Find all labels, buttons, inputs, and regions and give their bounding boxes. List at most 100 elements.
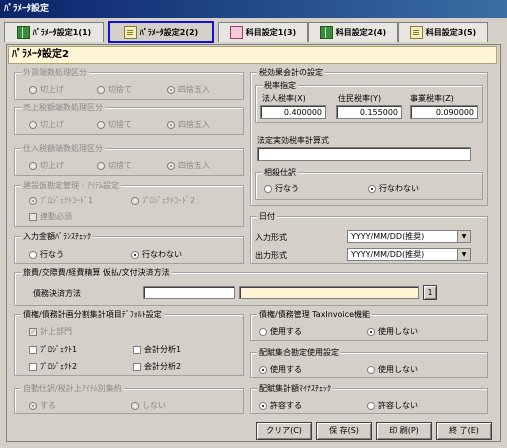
radio-dot bbox=[29, 401, 37, 410]
radio-label: 行なわない bbox=[142, 250, 182, 259]
corporate-tax-label: 法人税率(X) bbox=[262, 94, 306, 103]
radio-dot bbox=[367, 327, 375, 336]
group-label: 旅費/交際費/経費精算 仮払/文付決済方法 bbox=[21, 267, 172, 278]
window-title: ﾊﾟﾗﾒｰﾀ設定 bbox=[0, 0, 507, 18]
tab-parameter-2[interactable]: ﾊﾟﾗﾒｰﾀ設定2(2) bbox=[108, 21, 214, 43]
output-format-select[interactable]: YYYY/MM/DD(推奨) ▼ bbox=[347, 248, 471, 261]
tax-invoice-group: 債権/債務管理 TaxInvoice機能 使用する 使用しない bbox=[250, 309, 488, 341]
radio-project-code-2[interactable]: ﾌﾟﾛｼﾞｪｸﾄｺｰﾄﾞ2 bbox=[131, 195, 195, 206]
radio-round-up[interactable]: 切上げ bbox=[29, 119, 64, 130]
radio-allow[interactable]: 許容する bbox=[259, 400, 302, 411]
radio-invoice-not-use[interactable]: 使用しない bbox=[367, 326, 418, 337]
radio-label: 使用する bbox=[270, 365, 302, 374]
link-required-checkbox[interactable]: 連動必須 bbox=[29, 211, 72, 222]
debt-settlement-label: 債務決済方法 bbox=[33, 289, 81, 298]
department-checkbox[interactable]: ✓ 計上部門 bbox=[29, 326, 72, 337]
purchase-tax-fraction-group: 仕入税額端数処理区分 切上げ 切捨て 四捨五入 bbox=[14, 143, 244, 176]
group-label: 仕入税額端数処理区分 bbox=[21, 143, 105, 154]
radio-dot bbox=[97, 120, 105, 129]
output-format-label: 出力形式 bbox=[255, 251, 287, 260]
tab-label: ﾊﾟﾗﾒｰﾀ設定1(1) bbox=[32, 28, 92, 37]
card-icon bbox=[229, 26, 243, 39]
tab-label: 科目設定2(4) bbox=[335, 28, 387, 37]
radio-round-half[interactable]: 四捨五入 bbox=[167, 160, 210, 171]
tab-account-3[interactable]: 科目設定3(5) bbox=[398, 22, 488, 42]
radio-round-down[interactable]: 切捨て bbox=[97, 119, 132, 130]
radio-label: 行なわない bbox=[379, 184, 419, 193]
balance-check-group: 入力金額ﾊﾞﾗﾝｽﾁｪｯｸ 行なう 行なわない bbox=[14, 231, 244, 264]
tab-parameter-1[interactable]: ﾊﾟﾗﾒｰﾀ設定1(1) bbox=[4, 22, 104, 42]
exit-button[interactable]: 終 了(E) bbox=[436, 422, 492, 440]
clear-button[interactable]: クリア(C) bbox=[256, 422, 312, 440]
radio-round-down[interactable]: 切捨て bbox=[97, 160, 132, 171]
checkbox-label: 会計分析2 bbox=[144, 362, 182, 371]
radio-alloc-not-use[interactable]: 使用しない bbox=[367, 364, 418, 375]
radio-dot bbox=[131, 196, 139, 205]
radio-alloc-use[interactable]: 使用する bbox=[259, 364, 302, 375]
chevron-down-icon[interactable]: ▼ bbox=[457, 231, 470, 242]
checkbox-label: 計上部門 bbox=[40, 327, 72, 336]
radio-dot bbox=[97, 85, 105, 94]
group-label: 税効果会計の設定 bbox=[257, 67, 325, 78]
select-value: YYYY/MM/DD(推奨) bbox=[351, 250, 425, 259]
corporate-tax-input[interactable]: 0.400000 bbox=[260, 105, 326, 119]
group-label: 自動仕訳/税計上ｱｲﾃﾑ別集約 bbox=[21, 383, 124, 394]
radio-label: 切上げ bbox=[40, 85, 64, 94]
checkbox-box: ✓ bbox=[29, 327, 37, 336]
radio-offset-do-not[interactable]: 行なわない bbox=[368, 183, 419, 194]
radio-offset-do[interactable]: 行なう bbox=[264, 183, 299, 194]
radio-project-code-1[interactable]: ﾌﾟﾛｼﾞｪｸﾄｺｰﾄﾞ1 bbox=[29, 195, 93, 206]
radio-dot bbox=[259, 327, 267, 336]
radio-do-not[interactable]: 行なわない bbox=[131, 249, 182, 260]
radio-round-up[interactable]: 切上げ bbox=[29, 160, 64, 171]
note-icon bbox=[123, 25, 137, 39]
tab-account-1[interactable]: 科目設定1(3) bbox=[218, 22, 308, 42]
tax-rate-group: 税率指定 法人税率(X) 住民税率(Y) 事業税率(Z) 0.400000 0.… bbox=[255, 80, 483, 123]
radio-dot bbox=[167, 161, 175, 170]
travel-settlement-group: 旅費/交際費/経費精算 仮払/文付決済方法 債務決済方法 1 bbox=[14, 267, 488, 306]
tax-effect-group: 税効果会計の設定 税率指定 法人税率(X) 住民税率(Y) 事業税率(Z) 0.… bbox=[250, 67, 488, 206]
input-format-select[interactable]: YYYY/MM/DD(推奨) ▼ bbox=[347, 230, 471, 243]
lookup-button[interactable]: 1 bbox=[423, 285, 437, 300]
checkbox-label: 連動必須 bbox=[40, 212, 72, 221]
radio-invoice-use[interactable]: 使用する bbox=[259, 326, 302, 337]
radio-dot bbox=[29, 85, 37, 94]
allocation-minus-check-group: 配賦集計額ﾏｲﾅｽﾁｪｯｸ 許容する 許容しない bbox=[250, 383, 488, 414]
radio-round-half[interactable]: 四捨五入 bbox=[167, 84, 210, 95]
radio-round-half[interactable]: 四捨五入 bbox=[167, 119, 210, 130]
checkbox-label: ﾌﾟﾛｼﾞｪｸﾄ1 bbox=[40, 345, 78, 354]
project-1-checkbox[interactable]: ﾌﾟﾛｼﾞｪｸﾄ1 bbox=[29, 344, 77, 355]
account-analysis-2-checkbox[interactable]: 会計分析2 bbox=[133, 361, 181, 372]
business-tax-label: 事業税率(Z) bbox=[410, 94, 454, 103]
allocation-account-group: 配賦集合勘定使用設定 使用する 使用しない bbox=[250, 347, 488, 378]
chevron-down-icon[interactable]: ▼ bbox=[457, 249, 470, 260]
business-tax-input[interactable]: 0.090000 bbox=[410, 105, 478, 119]
auto-journal-group: 自動仕訳/税計上ｱｲﾃﾑ別集約 する しない bbox=[14, 383, 244, 414]
checkbox-label: ﾌﾟﾛｼﾞｪｸﾄ2 bbox=[40, 362, 78, 371]
radio-dot bbox=[167, 120, 175, 129]
radio-round-down[interactable]: 切捨て bbox=[97, 84, 132, 95]
debt-settlement-name bbox=[239, 286, 419, 299]
radio-label: 許容する bbox=[270, 401, 302, 410]
radio-label: 切捨て bbox=[108, 161, 132, 170]
radio-dot bbox=[97, 161, 105, 170]
tab-account-2[interactable]: 科目設定2(4) bbox=[308, 22, 398, 42]
radio-round-up[interactable]: 切上げ bbox=[29, 84, 64, 95]
radio-auto-do[interactable]: する bbox=[29, 400, 56, 411]
debt-settlement-code-input[interactable] bbox=[143, 286, 235, 299]
resident-tax-input[interactable]: 0.155000 bbox=[336, 105, 402, 119]
formula-input[interactable] bbox=[257, 147, 471, 161]
radio-label: 切捨て bbox=[108, 85, 132, 94]
project-2-checkbox[interactable]: ﾌﾟﾛｼﾞｪｸﾄ2 bbox=[29, 361, 77, 372]
book-icon bbox=[319, 26, 333, 39]
book-icon bbox=[16, 26, 30, 39]
account-analysis-1-checkbox[interactable]: 会計分析1 bbox=[133, 344, 181, 355]
save-button[interactable]: 保 存(S) bbox=[316, 422, 372, 440]
radio-auto-do-not[interactable]: しない bbox=[131, 400, 166, 411]
resident-tax-label: 住民税率(Y) bbox=[338, 94, 382, 103]
radio-disallow[interactable]: 許容しない bbox=[367, 400, 418, 411]
radio-dot bbox=[131, 401, 139, 410]
tab-label: 科目設定1(3) bbox=[245, 28, 297, 37]
radio-do[interactable]: 行なう bbox=[29, 249, 64, 260]
print-button[interactable]: 印 刷(P) bbox=[376, 422, 432, 440]
